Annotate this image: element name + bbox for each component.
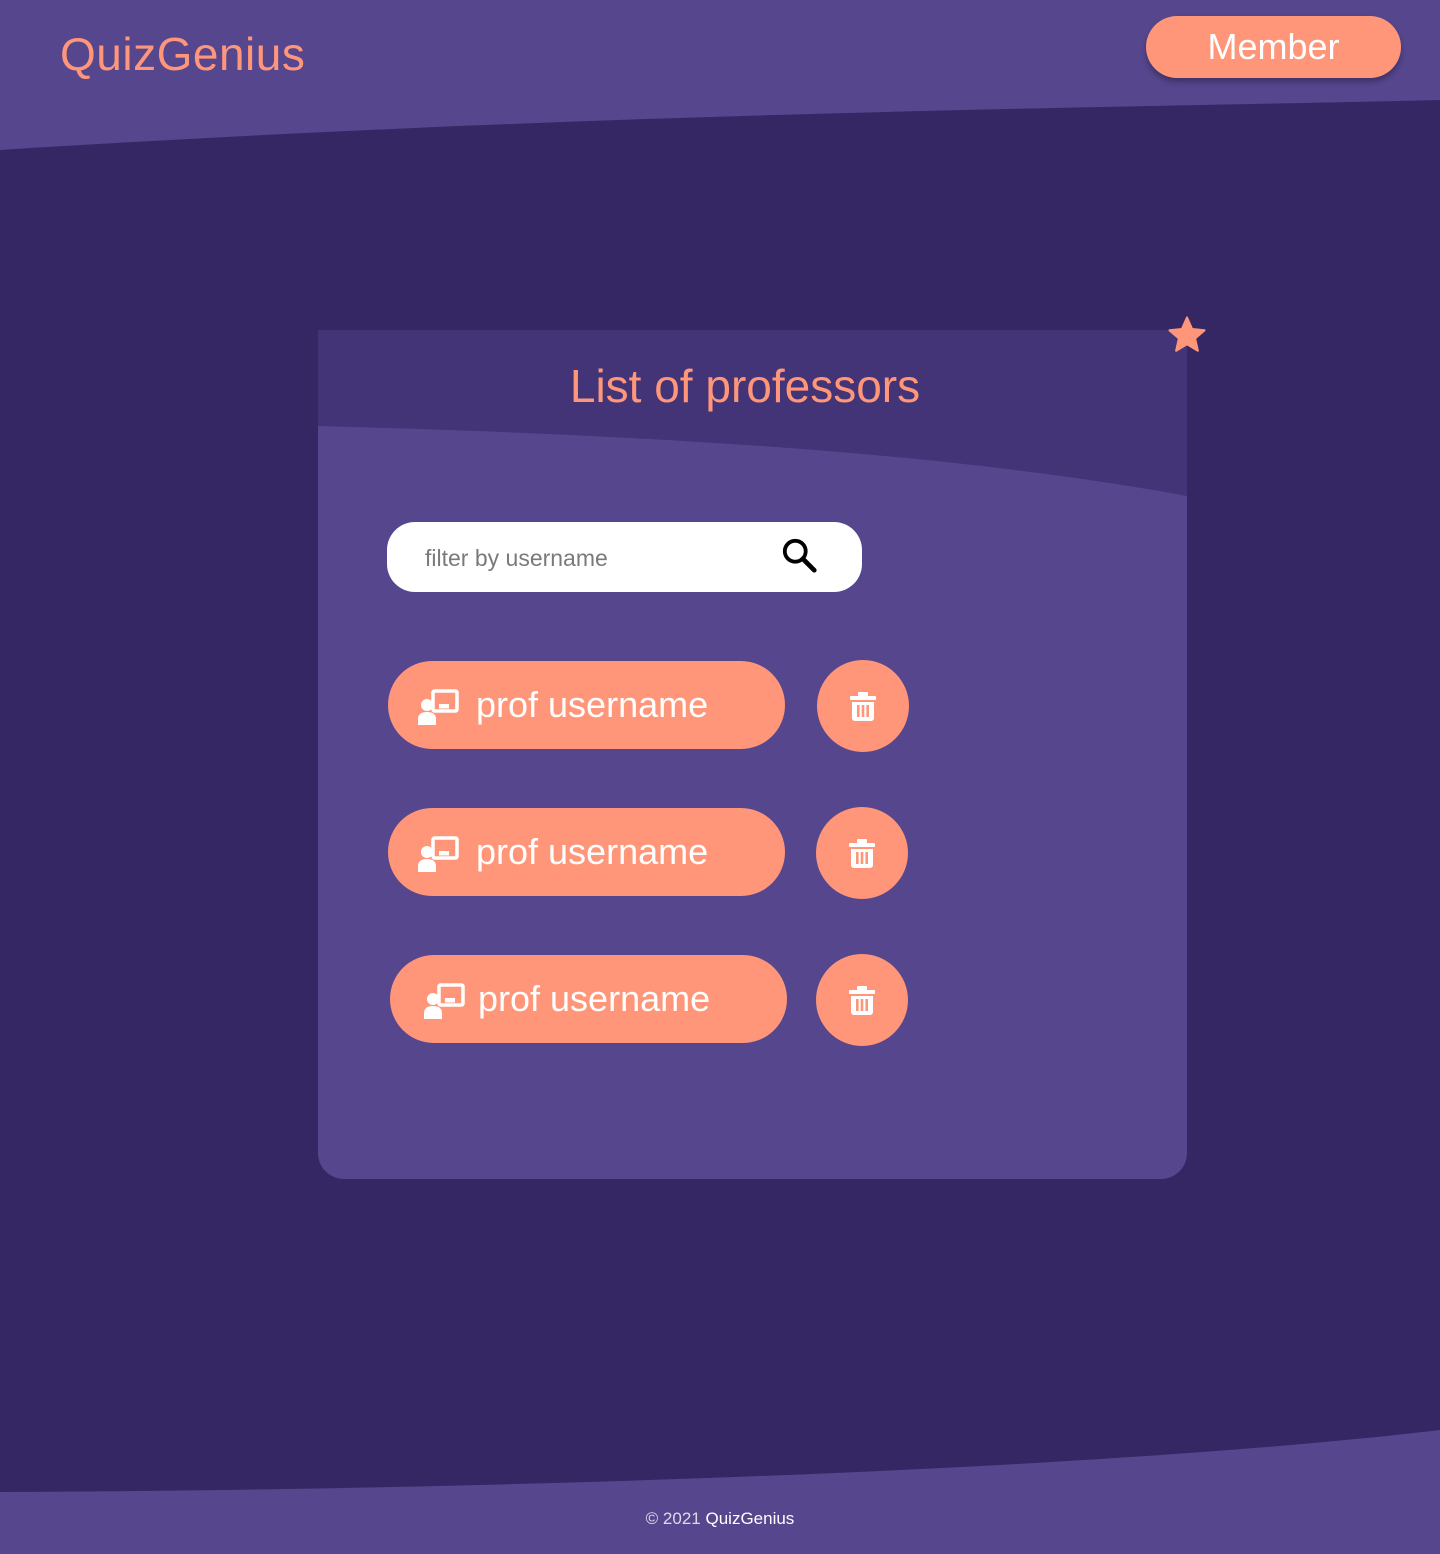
footer-copyright: © 2021 bbox=[645, 1509, 701, 1528]
member-button[interactable]: Member bbox=[1146, 16, 1401, 78]
trash-icon bbox=[850, 692, 876, 721]
professor-item-button[interactable]: prof username bbox=[388, 661, 785, 749]
professor-username: prof username bbox=[476, 831, 709, 872]
search-input[interactable] bbox=[423, 538, 767, 578]
search-bar bbox=[387, 522, 862, 592]
card-header-band bbox=[318, 330, 1187, 496]
star-icon[interactable] bbox=[1166, 314, 1208, 356]
teacher-icon bbox=[424, 983, 465, 1019]
page-title: List of professors bbox=[569, 360, 921, 412]
professor-username: prof username bbox=[478, 978, 711, 1019]
list-item: prof username bbox=[318, 807, 1187, 900]
teacher-icon bbox=[418, 836, 459, 872]
brand-logo[interactable]: QuizGenius bbox=[60, 26, 305, 82]
search-icon[interactable] bbox=[781, 537, 819, 575]
list-item: prof username bbox=[318, 954, 1187, 1047]
trash-icon bbox=[849, 839, 875, 868]
professor-username: prof username bbox=[476, 684, 709, 725]
trash-icon bbox=[849, 986, 875, 1015]
professors-card: List of professors prof username bbox=[318, 330, 1187, 1179]
delete-button[interactable] bbox=[816, 954, 908, 1046]
teacher-icon bbox=[418, 689, 459, 725]
list-item: prof username bbox=[318, 660, 1187, 753]
professor-item-button[interactable]: prof username bbox=[388, 808, 785, 896]
professor-item-button[interactable]: prof username bbox=[390, 955, 787, 1043]
footer: © 2021 QuizGenius bbox=[0, 1505, 1440, 1533]
footer-brand: QuizGenius bbox=[705, 1509, 795, 1528]
delete-button[interactable] bbox=[817, 660, 909, 752]
delete-button[interactable] bbox=[816, 807, 908, 899]
